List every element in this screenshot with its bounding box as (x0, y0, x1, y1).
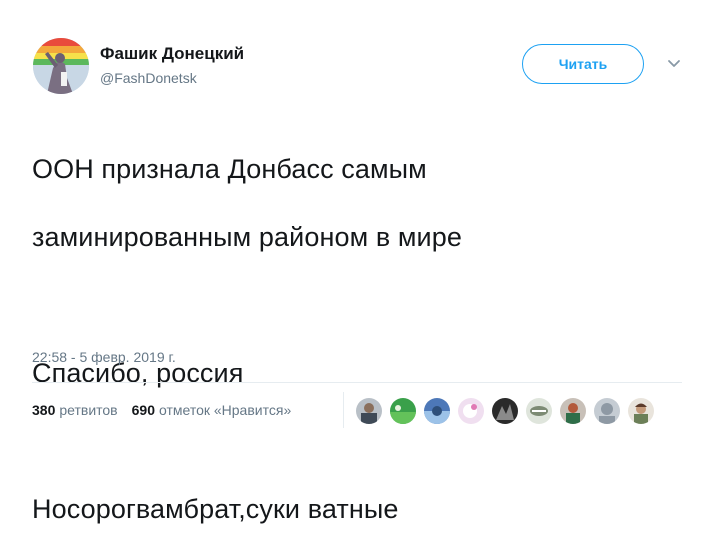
likers-avatars (354, 396, 660, 426)
liker-avatar[interactable] (524, 396, 554, 426)
liker-avatar[interactable] (354, 396, 384, 426)
liker-avatar[interactable] (626, 396, 656, 426)
retweets-stat[interactable]: 380 ретвитов (32, 402, 118, 418)
likes-count: 690 (131, 402, 155, 418)
stats-separator (343, 392, 344, 428)
retweets-count: 380 (32, 402, 56, 418)
tweet-line: заминированным районом в мире (32, 222, 462, 252)
author-avatar[interactable] (33, 38, 89, 94)
retweets-label: ретвитов (59, 402, 118, 418)
follow-button[interactable]: Читать (522, 44, 644, 84)
author-name[interactable]: Фашик Донецкий (100, 44, 244, 64)
chevron-down-icon[interactable] (664, 56, 684, 72)
divider (32, 382, 682, 383)
tweet-timestamp[interactable]: 22:58 - 5 февр. 2019 г. (32, 349, 176, 365)
liker-avatar[interactable] (592, 396, 622, 426)
likes-label: отметок «Нравится» (158, 402, 292, 418)
liker-avatar[interactable] (388, 396, 418, 426)
tweet-text: ООН признала Донбасс самым заминированны… (32, 118, 692, 560)
liker-avatar[interactable] (456, 396, 486, 426)
liker-avatar[interactable] (422, 396, 452, 426)
liker-avatar[interactable] (558, 396, 588, 426)
likes-stat[interactable]: 690 отметок «Нравится» (132, 402, 292, 418)
tweet-stats: 380 ретвитов 690 отметок «Нравится» (32, 402, 291, 418)
tweet-line: Носорогвамбрат,суки ватные (32, 494, 399, 524)
author-handle[interactable]: @FashDonetsk (100, 70, 197, 86)
liker-avatar[interactable] (490, 396, 520, 426)
tweet-line: ООН признала Донбасс самым (32, 154, 427, 184)
